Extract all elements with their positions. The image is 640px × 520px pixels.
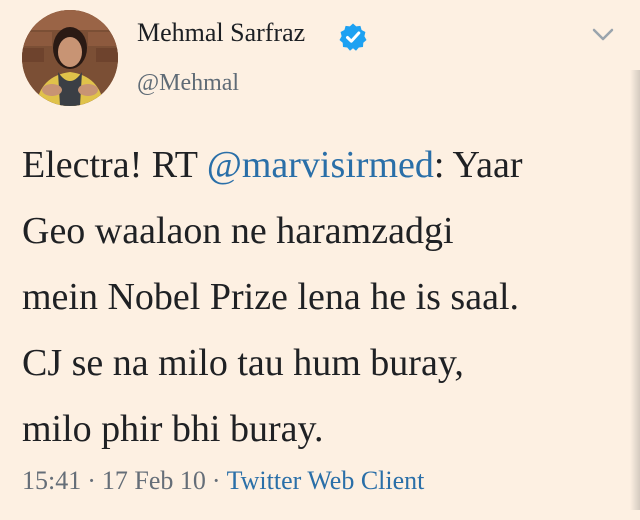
tweet-line: mein Nobel Prize lena he is saal. [22, 276, 520, 318]
author-display-name[interactable]: Mehmal Sarfraz [137, 18, 305, 48]
tweet-text-segment: Electra! RT [22, 144, 207, 186]
tweet-line: Electra! RT @marvisirmed: Yaar [22, 132, 622, 198]
tweet-client-link[interactable]: Twitter Web Client [227, 466, 425, 495]
page-edge-shadow [630, 70, 640, 510]
mention-link[interactable]: @marvisirmed [207, 144, 434, 186]
tweet-date[interactable]: 17 Feb 10 [102, 466, 206, 495]
avatar[interactable] [22, 10, 118, 106]
tweet-line: milo phir bhi buray. [22, 408, 324, 450]
tweet-line: CJ se na milo tau hum buray, [22, 342, 464, 384]
meta-separator: · [87, 466, 96, 495]
tweet-card: Mehmal Sarfraz @Mehmal Electra! RT @marv… [0, 0, 640, 520]
meta-separator: · [211, 466, 221, 495]
author-handle[interactable]: @Mehmal [137, 70, 239, 97]
tweet-text-segment: : Yaar [433, 144, 523, 186]
tweet-meta: 15:41 · 17 Feb 10 · Twitter Web Client [22, 466, 424, 496]
tweet-time[interactable]: 15:41 [22, 466, 81, 495]
avatar-photo-icon [22, 10, 118, 106]
verified-badge-icon [339, 23, 367, 51]
tweet-line: Geo waalaon ne haramzadgi [22, 210, 454, 252]
chevron-down-icon[interactable] [592, 28, 614, 42]
tweet-text: Electra! RT @marvisirmed: Yaar Geo waala… [22, 132, 622, 462]
